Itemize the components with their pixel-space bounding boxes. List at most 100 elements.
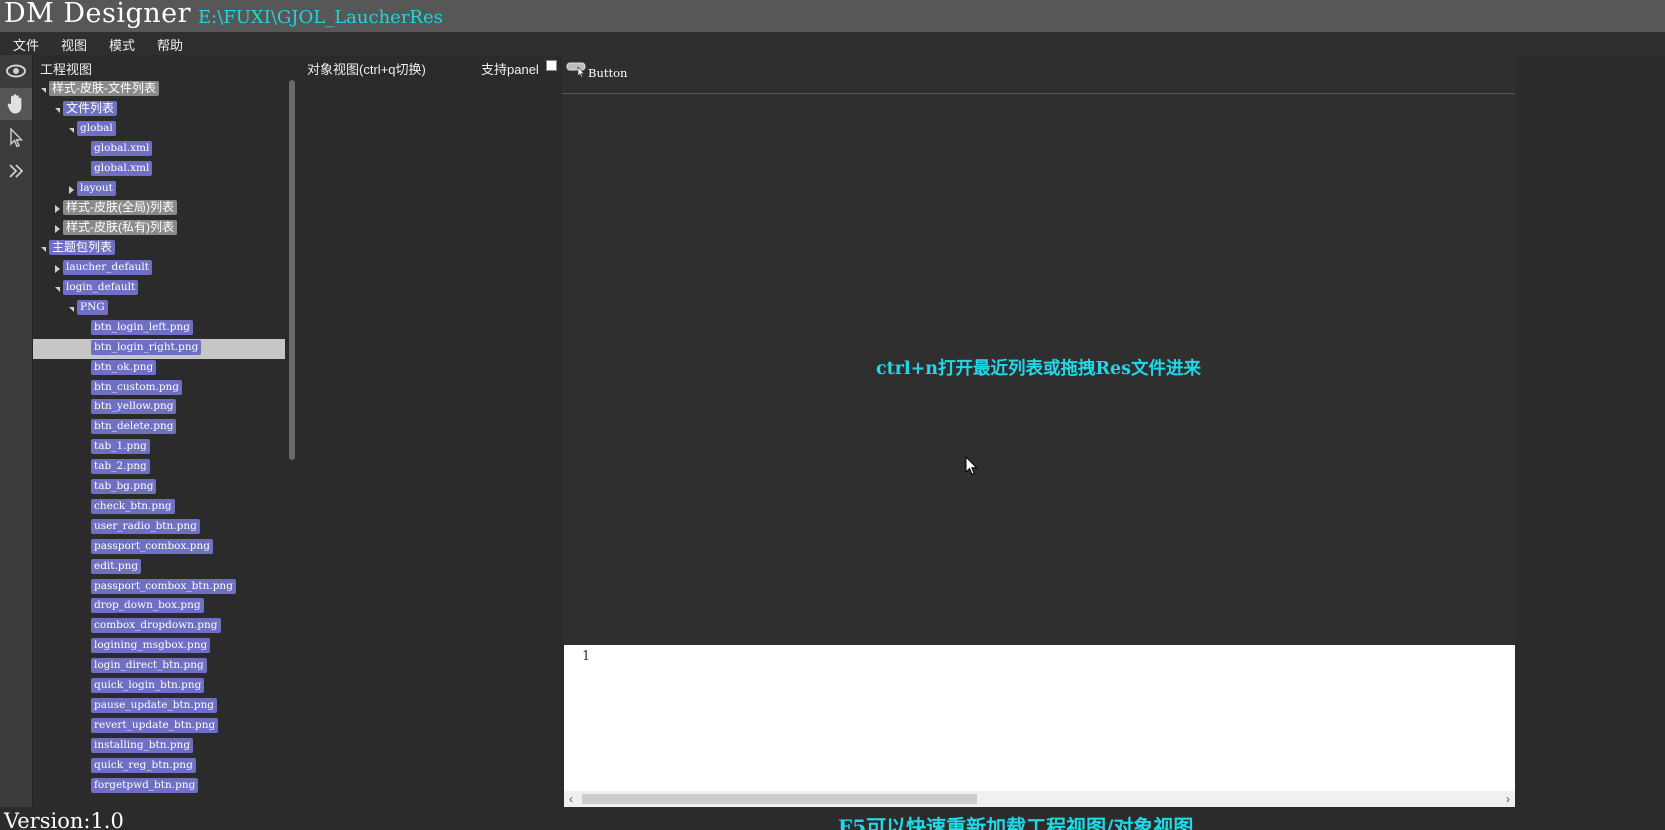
tree-item[interactable]: forgetpwd_btn.png [33,777,285,797]
scrollbar-thumb[interactable] [289,80,295,460]
tree-item-label[interactable]: btn_login_left.png [91,319,193,335]
expand-icon[interactable] [0,155,32,187]
tree-folder[interactable]: login_default [33,279,285,299]
scroll-left-icon[interactable]: ‹ [564,791,578,807]
tree-item-label[interactable]: login_direct_btn.png [91,658,207,674]
tree-item-label[interactable]: btn_login_right.png [91,339,202,355]
tree-item[interactable]: btn_yellow.png [33,398,285,418]
expand-arrow-icon[interactable] [55,205,60,214]
expand-arrow-icon[interactable] [69,185,74,194]
tree-item[interactable]: installing_btn.png [33,737,285,757]
tree-item-label[interactable]: global.xml [91,160,153,176]
tree-item-label[interactable]: global [77,120,116,136]
tree-folder[interactable]: laucher_default [33,259,285,279]
tree-folder[interactable]: 样式-皮肤(私有)列表 [33,219,285,239]
tree-item[interactable]: check_btn.png [33,498,285,518]
project-tree-scrollbar[interactable] [287,80,297,807]
tree-item[interactable]: tab_bg.png [33,478,285,498]
tree-item-label[interactable]: layout [77,180,116,196]
scrollbar-thumb[interactable] [582,794,977,804]
tree-item[interactable]: btn_login_right.png [33,338,285,359]
expand-arrow-icon[interactable] [55,225,60,234]
tree-item-label[interactable]: passport_combox.png [91,538,213,554]
tree-item[interactable]: global.xml [33,160,285,180]
tree-item-label[interactable]: 样式-皮肤-文件列表 [49,81,159,96]
tree-folder[interactable]: global [33,120,285,140]
menu-file[interactable]: 文件 [13,35,39,54]
tree-folder[interactable]: 样式-皮肤-文件列表 [33,80,285,100]
tree-item-label[interactable]: btn_ok.png [91,359,157,375]
tree-item-label[interactable]: quick_login_btn.png [91,678,205,693]
tree-item-label[interactable]: user_radio_btn.png [91,518,200,534]
tree-item-label[interactable]: laucher_default [63,260,152,276]
tree-item-label[interactable]: installing_btn.png [91,737,194,753]
collapse-arrow-icon[interactable] [41,247,46,253]
tree-folder[interactable]: 主题包列表 [33,239,285,259]
tree-item[interactable]: passport_combox_btn.png [33,578,285,598]
tree-item-label[interactable]: passport_combox_btn.png [91,578,236,594]
pointer-icon[interactable] [0,122,32,154]
tree-item[interactable]: tab_1.png [33,438,285,458]
menu-mode[interactable]: 模式 [109,35,135,54]
tree-item-label[interactable]: 主题包列表 [49,240,116,256]
tree-item[interactable]: btn_login_left.png [33,319,285,339]
tree-item-label[interactable]: logining_msgbox.png [91,638,211,654]
tree-item[interactable]: edit.png [33,558,285,578]
collapse-arrow-icon[interactable] [69,127,74,133]
tree-item[interactable]: login_direct_btn.png [33,657,285,677]
tree-item[interactable]: quick_reg_btn.png [33,757,285,777]
tree-item[interactable]: global.xml [33,140,285,160]
tree-item-label[interactable]: forgetpwd_btn.png [91,777,199,793]
editor-horizontal-scrollbar[interactable]: ‹ › [564,791,1515,807]
tree-item-label[interactable]: 文件列表 [63,100,118,116]
tree-item-label[interactable]: quick_reg_btn.png [91,757,196,773]
tree-folder[interactable]: layout [33,180,285,200]
menu-help[interactable]: 帮助 [157,35,183,54]
tree-item[interactable]: tab_2.png [33,458,285,478]
tree-item-label[interactable]: PNG [77,299,108,315]
tree-item[interactable]: logining_msgbox.png [33,637,285,657]
tree-item[interactable]: quick_login_btn.png [33,677,285,697]
collapse-arrow-icon[interactable] [55,107,60,113]
scroll-right-icon[interactable]: › [1501,791,1515,807]
tree-item-label[interactable]: btn_yellow.png [91,399,177,415]
tree-folder[interactable]: 样式-皮肤(全局)列表 [33,199,285,219]
hand-icon[interactable] [0,88,32,120]
tree-item[interactable]: btn_ok.png [33,359,285,379]
collapse-arrow-icon[interactable] [41,88,46,93]
tree-item-label[interactable]: revert_update_btn.png [91,717,219,733]
code-editor[interactable]: 1 ‹ › [564,645,1515,807]
tree-item[interactable]: drop_down_box.png [33,597,285,617]
tree-item-label[interactable]: login_default [63,280,139,295]
tree-folder[interactable]: PNG [33,299,285,319]
tree-item-label[interactable]: drop_down_box.png [91,598,204,614]
design-canvas[interactable]: Button ctrl+n打开最近列表或拖拽Res文件进来 [562,55,1515,645]
button-control-icon[interactable] [566,61,588,77]
tree-item[interactable]: btn_delete.png [33,418,285,438]
tree-item-label[interactable]: pause_update_btn.png [91,697,217,713]
eye-icon[interactable] [0,55,32,87]
tree-item-label[interactable]: tab_bg.png [91,479,157,494]
tree-item-label[interactable]: check_btn.png [91,498,175,514]
tree-item[interactable]: btn_custom.png [33,379,285,399]
tree-item[interactable]: pause_update_btn.png [33,697,285,717]
tree-item-label[interactable]: edit.png [91,558,142,574]
collapse-arrow-icon[interactable] [69,306,74,312]
tree-item-label[interactable]: 样式-皮肤(私有)列表 [63,220,177,236]
tree-item-label[interactable]: tab_1.png [91,439,150,455]
tree-item[interactable]: user_radio_btn.png [33,518,285,538]
tree-item-label[interactable]: btn_custom.png [91,379,183,395]
tree-item-label[interactable]: btn_delete.png [91,419,177,435]
tree-item[interactable]: revert_update_btn.png [33,717,285,737]
tree-item-label[interactable]: global.xml [91,140,153,156]
expand-arrow-icon[interactable] [55,265,60,274]
tree-item[interactable]: passport_combox.png [33,538,285,558]
tree-item-label[interactable]: 样式-皮肤(全局)列表 [63,200,177,216]
tree-item[interactable]: combox_dropdown.png [33,617,285,637]
collapse-arrow-icon[interactable] [55,287,60,292]
button-control-label[interactable]: Button [588,66,627,80]
menu-view[interactable]: 视图 [61,35,87,54]
support-panel-checkbox[interactable] [546,60,557,71]
tree-folder[interactable]: 文件列表 [33,100,285,120]
tree-item-label[interactable]: tab_2.png [91,459,150,475]
